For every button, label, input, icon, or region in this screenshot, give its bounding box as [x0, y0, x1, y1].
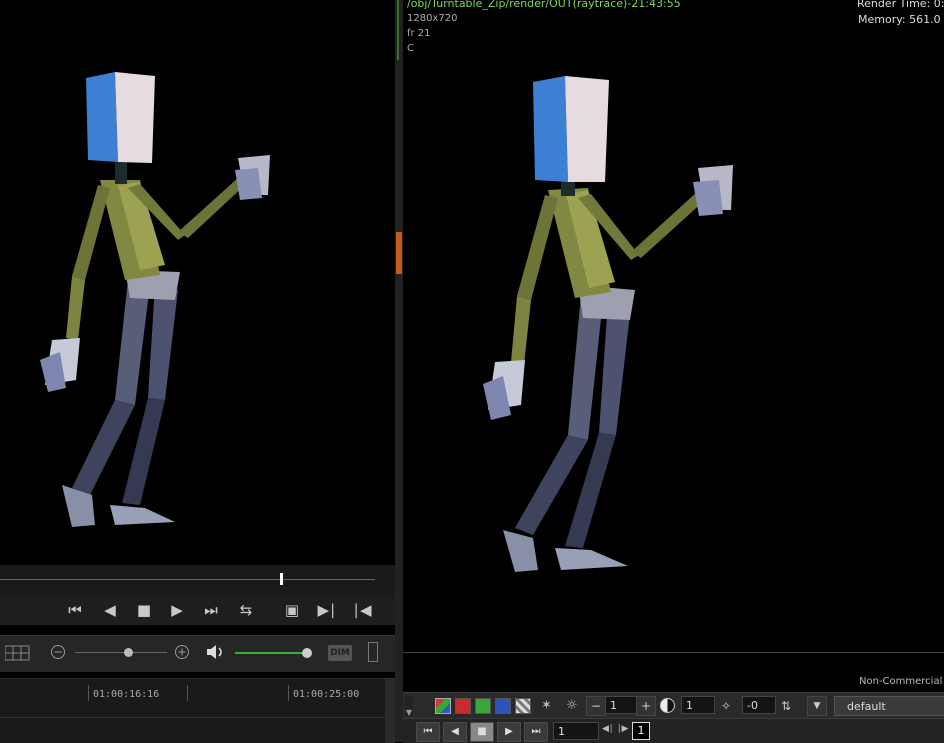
left-viewport-image	[40, 72, 270, 527]
green-channel-icon[interactable]	[475, 698, 491, 714]
ruler-tick	[288, 685, 289, 701]
loop-icon[interactable]: ⇆	[234, 599, 258, 621]
rgb-channel-icon[interactable]	[435, 698, 451, 714]
step-back-icon[interactable]: ◀	[98, 599, 122, 621]
render-viewport-image	[483, 76, 733, 572]
red-channel-icon[interactable]	[455, 698, 471, 714]
render-path: /obj/Turntable_Zip/render/OUT(raytrace)-…	[407, 0, 681, 10]
render-divider-line	[403, 652, 944, 653]
decrement-button[interactable]: −	[586, 696, 606, 716]
zoom-slider-knob[interactable]	[124, 648, 133, 657]
render-playback-bar: ⏮ ◀ ■ ▶ ⏭ 1 ◀∣ ∣▶ 1	[403, 718, 944, 743]
scrubber-track	[0, 579, 375, 580]
skip-end-icon[interactable]: ⏭	[524, 722, 548, 742]
zoom-in-icon[interactable]	[174, 644, 190, 660]
gamma-icon[interactable]: ✧	[721, 698, 737, 714]
stop-icon[interactable]: ■	[132, 599, 156, 621]
frame-box[interactable]: 1	[632, 722, 650, 740]
memory-usage: Memory: 561.0	[858, 13, 941, 26]
left-viewer: ⏮ ◀ ■ ▶ ⏭ ⇆ ▣ ▶∣ ∣◀ DIM 01:00:16:16 01:0…	[0, 0, 395, 743]
blue-channel-icon[interactable]	[495, 698, 511, 714]
gamma-field[interactable]: -0	[742, 696, 776, 714]
transport-controls: ⏮ ◀ ■ ▶ ⏭ ⇆ ▣ ▶∣ ∣◀	[0, 595, 395, 625]
prev-frame-icon[interactable]: ◀∣	[602, 724, 613, 734]
toolbar-collapse-icon[interactable]: ▼	[405, 696, 413, 717]
timecode-2: 01:00:25:00	[293, 689, 360, 700]
ruler-tick	[187, 685, 188, 701]
grid-view-icon[interactable]	[5, 644, 31, 662]
volume-slider-knob[interactable]	[302, 648, 312, 658]
panel-toggle-icon[interactable]	[368, 642, 378, 662]
stop-icon[interactable]: ■	[470, 722, 494, 742]
play-icon[interactable]: ▶	[165, 599, 189, 621]
scrubber-handle[interactable]	[280, 573, 283, 585]
render-channel: C	[407, 43, 414, 54]
alpha-channel-icon[interactable]	[515, 698, 531, 714]
exposure-icon[interactable]	[660, 698, 675, 713]
timecode-1: 01:00:16:16	[93, 689, 160, 700]
render-frame: fr 21	[407, 28, 431, 39]
increment-button[interactable]: +	[636, 696, 656, 716]
skip-start-icon[interactable]: ⏮	[416, 722, 440, 742]
sun-icon[interactable]: ☼	[566, 698, 582, 714]
playhead-scrubber[interactable]	[0, 565, 395, 595]
divider-accent-green	[397, 0, 399, 60]
volume-slider-fill[interactable]	[235, 652, 307, 654]
license-label: Non-Commercial	[859, 676, 943, 687]
lut-toggle-icon[interactable]: ⇅	[781, 697, 799, 715]
prev-marker-icon[interactable]: ∣◀	[350, 599, 374, 621]
snapshot-field[interactable]: 1	[605, 696, 638, 714]
frame-field[interactable]: 1	[553, 722, 599, 740]
dim-button[interactable]: DIM	[328, 645, 352, 661]
next-marker-icon[interactable]: ▶∣	[315, 599, 339, 621]
divider-accent-orange	[396, 232, 402, 274]
snapshot-icon[interactable]: ✶	[541, 698, 557, 714]
playback-collapse-handle[interactable]	[405, 721, 413, 741]
render-view: /obj/Turntable_Zip/render/OUT(raytrace)-…	[403, 0, 944, 743]
zoom-out-icon[interactable]	[50, 644, 66, 660]
fit-icon[interactable]: ▣	[280, 599, 304, 621]
timeline-scrollbar[interactable]	[385, 679, 395, 743]
speaker-icon[interactable]	[205, 643, 227, 661]
lut-menu-arrow-icon[interactable]: ▼	[807, 696, 827, 716]
lut-dropdown[interactable]: default	[834, 696, 944, 716]
ruler-tick	[88, 685, 89, 701]
next-frame-icon[interactable]: ∣▶	[617, 724, 628, 734]
play-icon[interactable]: ▶	[497, 722, 521, 742]
skip-start-icon[interactable]: ⏮	[63, 599, 87, 621]
skip-end-icon[interactable]: ⏭	[199, 599, 223, 621]
track-divider	[0, 717, 395, 718]
render-toolbar: ▼ ✶ ☼ − 1 + 1 ✧ -0 ⇅ ▼ default	[403, 692, 944, 719]
zoom-slider-track[interactable]	[75, 652, 167, 653]
timeline-ruler[interactable]: 01:00:16:16 01:00:25:00	[0, 678, 395, 743]
volume-zoom-bar: DIM	[0, 635, 395, 672]
step-back-icon[interactable]: ◀	[443, 722, 467, 742]
render-time: Render Time: 0:0	[857, 0, 944, 10]
render-resolution: 1280x720	[407, 13, 458, 24]
exposure-field[interactable]: 1	[681, 696, 715, 714]
character-figure-left	[40, 72, 270, 527]
character-figure-right	[483, 76, 733, 572]
pane-divider[interactable]	[395, 0, 403, 742]
